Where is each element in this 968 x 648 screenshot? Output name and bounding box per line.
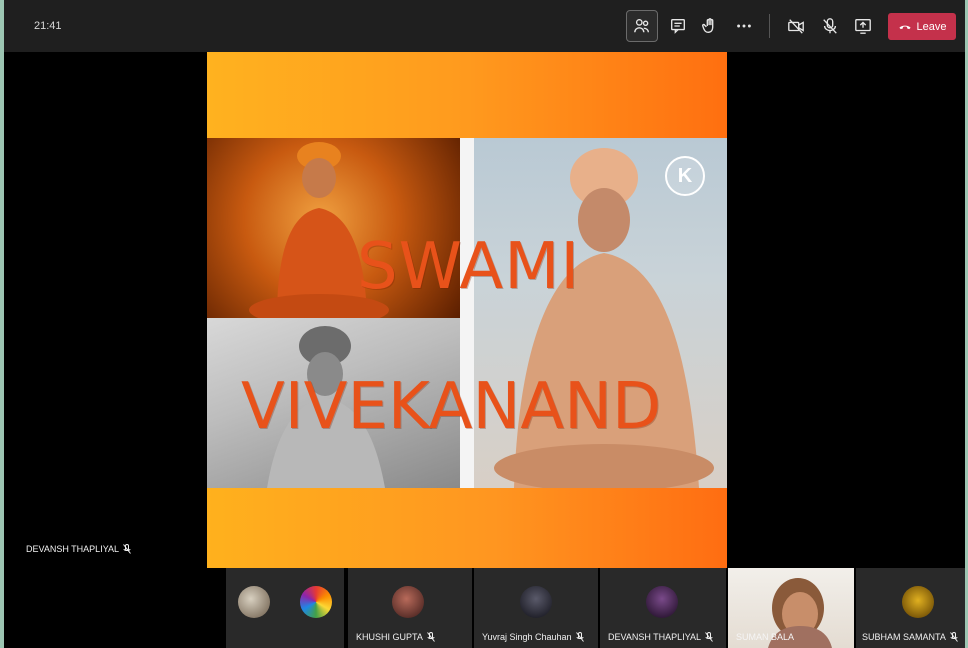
participants-icon — [634, 19, 649, 33]
participant-name: SUMAN BALA — [736, 632, 794, 642]
toolbar-divider — [769, 14, 770, 38]
camera-toggle-button[interactable] — [780, 10, 812, 42]
avatar — [646, 586, 678, 618]
meeting-window: 21:41 Leave K SWAMI VIVEKANAND DEVANSH T… — [0, 0, 968, 648]
raise-hand-icon — [702, 18, 714, 33]
slide-title-line1: SWAMI — [357, 230, 581, 304]
participant-name: SUBHAM SAMANTA — [862, 632, 958, 642]
participant-tile[interactable]: SUBHAM SAMANTA — [856, 568, 965, 648]
slide-bottom-band — [207, 488, 727, 568]
avatar — [520, 586, 552, 618]
mic-off-icon — [823, 18, 837, 34]
main-stage: K SWAMI VIVEKANAND DEVANSH THAPLIYAL — [4, 52, 965, 568]
slide-title-line2: VIVEKANAND — [241, 370, 662, 444]
participant-tile[interactable]: Yuvraj Singh Chauhan — [474, 568, 598, 648]
presenter-name: DEVANSH THAPLIYAL — [26, 544, 120, 554]
share-screen-button[interactable] — [847, 10, 879, 42]
mic-muted-icon — [426, 632, 435, 642]
participant-name-text: KHUSHI GUPTA — [356, 632, 423, 642]
participant-name: DEVANSH THAPLIYAL — [608, 632, 713, 642]
avatar — [238, 586, 270, 618]
raise-hand-button[interactable] — [694, 10, 726, 42]
mic-toggle-button[interactable] — [814, 10, 846, 42]
avatar — [392, 586, 424, 618]
presenter-label: DEVANSH THAPLIYAL — [26, 544, 131, 554]
mic-muted-icon — [705, 632, 713, 642]
participant-tile[interactable]: KHUSHI GUPTA — [348, 568, 472, 648]
leave-label: Leave — [916, 20, 947, 33]
participant-name-text: DEVANSH THAPLIYAL — [608, 632, 702, 642]
leave-button[interactable]: Leave — [888, 13, 956, 40]
participant-name: KHUSHI GUPTA — [356, 632, 435, 642]
participant-strip: KHUSHI GUPTA Yuvraj Singh Chauhan DEVANS… — [4, 568, 965, 648]
mic-muted-icon — [575, 632, 584, 642]
more-options-icon — [737, 24, 751, 28]
shared-slide: K SWAMI VIVEKANAND — [207, 52, 727, 568]
mic-muted-icon — [123, 544, 131, 554]
participant-name-text: SUMAN BALA — [736, 632, 795, 642]
more-options-button[interactable] — [728, 10, 760, 42]
participant-tile[interactable] — [226, 568, 344, 648]
participant-name-text: Yuvraj Singh Chauhan — [482, 632, 572, 642]
share-screen-icon — [855, 19, 871, 34]
participant-name: Yuvraj Singh Chauhan — [482, 632, 584, 642]
participant-name-text: SUBHAM SAMANTA — [862, 632, 946, 642]
logo-letter: K — [677, 164, 693, 187]
chat-icon — [671, 19, 685, 34]
meeting-toolbar: 21:41 Leave — [4, 0, 965, 52]
avatar — [902, 586, 934, 618]
camera-off-icon — [788, 19, 804, 34]
chat-button[interactable] — [662, 10, 694, 42]
kinemaster-logo: K — [665, 156, 705, 196]
participants-button[interactable] — [626, 10, 658, 42]
participant-tile[interactable]: DEVANSH THAPLIYAL — [600, 568, 726, 648]
slide-top-band — [207, 52, 727, 138]
avatar — [300, 586, 332, 618]
hang-up-icon — [898, 25, 911, 29]
participant-video-tile[interactable]: SUMAN BALA — [728, 568, 854, 648]
meeting-duration: 21:41 — [34, 20, 62, 32]
mic-muted-icon — [949, 632, 958, 642]
